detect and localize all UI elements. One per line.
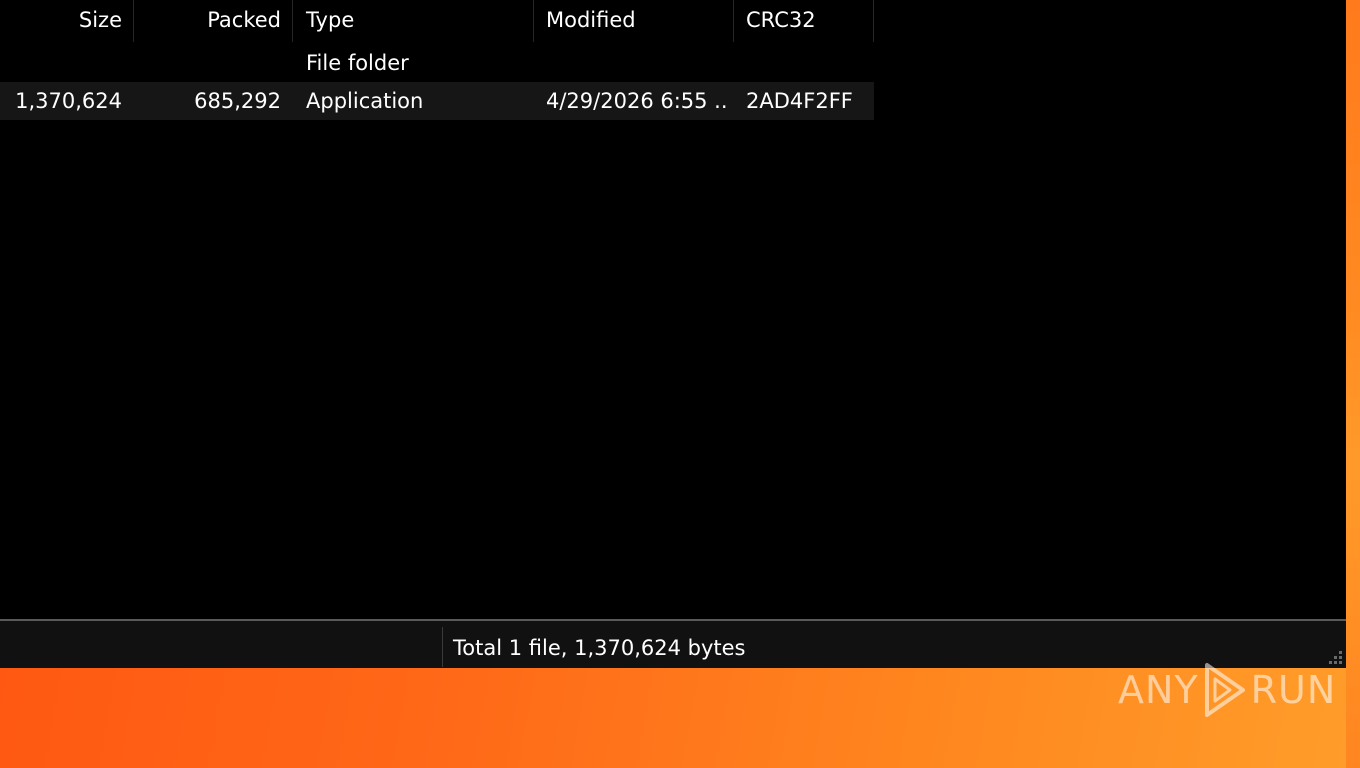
table-row[interactable]: 1,370,624 685,292 Application 4/29/2026 … — [0, 82, 874, 120]
cell-modified: 4/29/2026 6:55 ... — [546, 89, 726, 113]
desktop-background — [1346, 0, 1360, 768]
column-header-packed[interactable]: Packed — [134, 0, 281, 42]
status-text: Total 1 file, 1,370,624 bytes — [453, 636, 746, 660]
column-header-size[interactable]: Size — [0, 0, 122, 42]
cell-crc32: 2AD4F2FF — [746, 89, 853, 113]
column-header-crc32[interactable]: CRC32 — [746, 0, 872, 42]
column-header-modified[interactable]: Modified — [546, 0, 732, 42]
column-divider[interactable] — [292, 0, 293, 42]
cell-modified — [546, 44, 726, 82]
archive-file-list-window: Size Packed Type Modified CRC32 File fol… — [0, 0, 1346, 668]
anyrun-watermark: ANY RUN — [1118, 660, 1336, 720]
column-divider[interactable] — [873, 0, 874, 42]
table-row[interactable]: File folder — [0, 44, 874, 82]
column-divider[interactable] — [733, 0, 734, 42]
column-header-type[interactable]: Type — [306, 0, 532, 42]
cell-crc32 — [746, 44, 872, 82]
status-divider — [442, 627, 443, 667]
watermark-text-right: RUN — [1250, 668, 1337, 712]
cell-size — [0, 44, 122, 82]
cell-type: File folder — [306, 51, 409, 75]
column-header-row: Size Packed Type Modified CRC32 — [0, 0, 874, 42]
cell-packed — [134, 44, 281, 82]
cell-packed: 685,292 — [194, 89, 281, 113]
play-icon — [1204, 663, 1245, 717]
column-divider[interactable] — [533, 0, 534, 42]
cell-size: 1,370,624 — [15, 89, 122, 113]
cell-type: Application — [306, 89, 424, 113]
watermark-text-left: ANY — [1118, 668, 1199, 712]
